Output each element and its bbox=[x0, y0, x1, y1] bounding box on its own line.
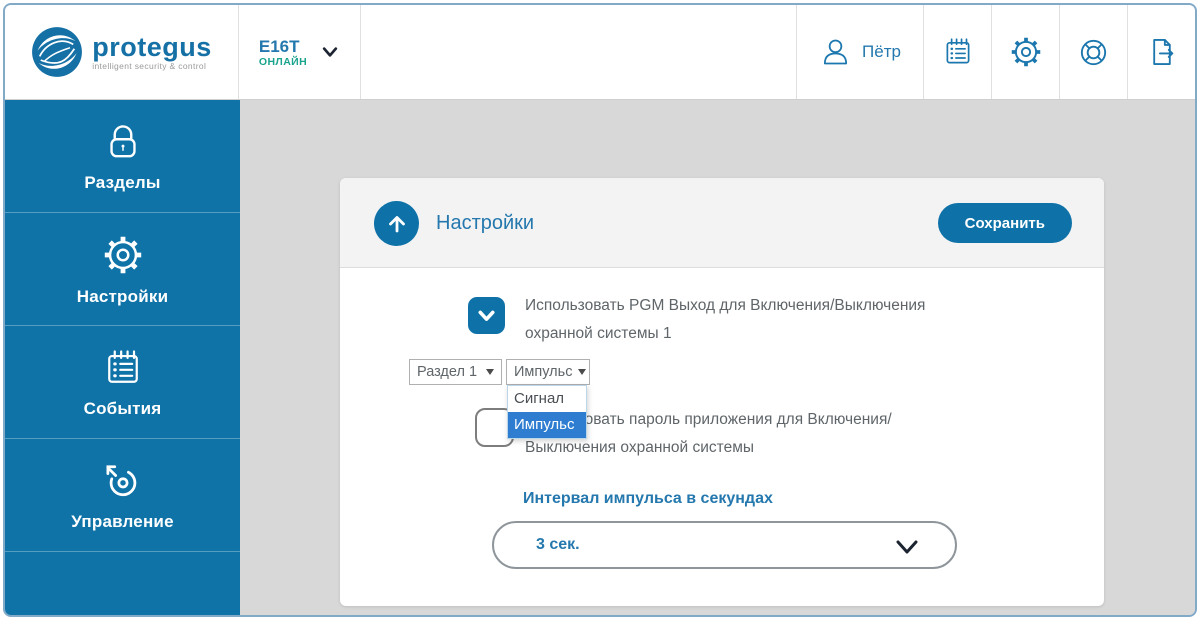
logout-icon bbox=[1145, 35, 1179, 69]
topbar-spacer bbox=[361, 5, 796, 99]
events-journal-icon bbox=[101, 346, 145, 390]
device-selector[interactable]: E16T ОНЛАЙН bbox=[239, 5, 361, 99]
padlock-icon bbox=[101, 120, 145, 164]
pgm-output-label: Использовать PGM Выход для Включения/Вык… bbox=[525, 292, 925, 348]
user-menu[interactable]: Пётр bbox=[796, 5, 923, 99]
interval-label: Интервал импульса в секундах bbox=[523, 490, 773, 508]
lifebuoy-icon bbox=[1076, 35, 1111, 70]
chevron-down-icon bbox=[895, 539, 919, 556]
topbar: protegus intelligent security & control … bbox=[5, 5, 1195, 100]
events-journal-icon bbox=[941, 35, 975, 69]
logout-button[interactable] bbox=[1127, 5, 1195, 99]
brand-tagline: intelligent security & control bbox=[92, 61, 212, 71]
device-online-status: ОНЛАЙН bbox=[259, 56, 307, 68]
main-area: Настройки Сохранить Использовать PGM Вых… bbox=[240, 100, 1195, 615]
check-chevron-icon bbox=[474, 303, 499, 328]
dropdown-option-impulse[interactable]: Импульс bbox=[508, 412, 586, 438]
sidebar-item-events[interactable]: События bbox=[5, 326, 240, 439]
pgm-output-checkbox[interactable] bbox=[468, 297, 505, 334]
mode-select-dropdown: Сигнал Импульс bbox=[507, 385, 587, 439]
mode-select[interactable]: Импульс bbox=[506, 359, 590, 385]
settings-card: Настройки Сохранить Использовать PGM Вых… bbox=[340, 178, 1104, 606]
select-arrow-icon bbox=[486, 369, 494, 375]
select-arrow-icon bbox=[578, 369, 586, 375]
dropdown-option-signal[interactable]: Сигнал bbox=[508, 386, 586, 412]
gear-icon bbox=[100, 232, 146, 278]
sidebar-item-label: Управление bbox=[71, 512, 173, 532]
protegus-swirl-logo-icon bbox=[31, 26, 83, 78]
app-window: protegus intelligent security & control … bbox=[3, 3, 1197, 617]
brand-logo: protegus intelligent security & control bbox=[5, 5, 239, 99]
user-icon bbox=[819, 36, 852, 69]
save-button[interactable]: Сохранить bbox=[938, 203, 1072, 243]
sidebar: Разделы Настройки События Управление bbox=[5, 100, 240, 615]
arrow-up-icon bbox=[385, 212, 409, 236]
sidebar-item-label: Настройки bbox=[77, 287, 169, 307]
settings-button[interactable] bbox=[991, 5, 1059, 99]
sidebar-item-settings[interactable]: Настройки bbox=[5, 213, 240, 326]
chevron-down-icon bbox=[320, 42, 340, 62]
page-title: Настройки bbox=[436, 178, 534, 268]
events-button[interactable] bbox=[923, 5, 991, 99]
settings-card-header: Настройки Сохранить bbox=[340, 178, 1104, 268]
sidebar-item-control[interactable]: Управление bbox=[5, 439, 240, 552]
interval-select[interactable]: 3 сек. bbox=[492, 521, 957, 569]
interval-value: 3 сек. bbox=[536, 536, 580, 554]
partition-select[interactable]: Раздел 1 bbox=[409, 359, 502, 385]
device-name: E16T bbox=[259, 37, 307, 56]
gear-icon bbox=[1008, 34, 1044, 70]
sidebar-item-label: События bbox=[84, 399, 162, 419]
sidebar-item-partitions[interactable]: Разделы bbox=[5, 100, 240, 213]
control-rotate-icon bbox=[101, 459, 145, 503]
user-name: Пётр bbox=[862, 42, 901, 62]
brand-name: protegus bbox=[92, 34, 212, 60]
sidebar-item-label: Разделы bbox=[84, 173, 160, 193]
back-button[interactable] bbox=[374, 201, 419, 246]
help-button[interactable] bbox=[1059, 5, 1127, 99]
